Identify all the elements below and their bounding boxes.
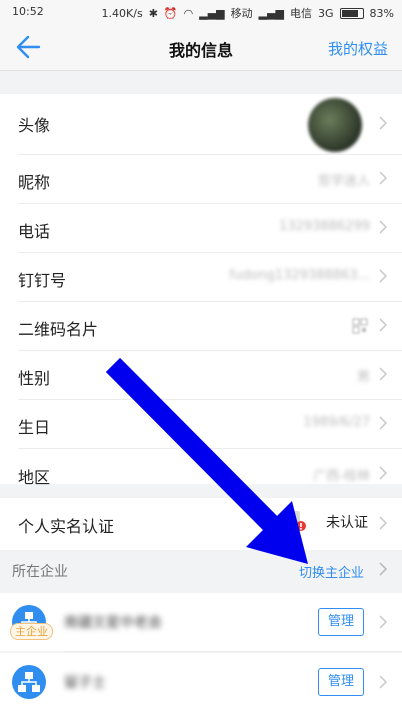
my-rights-link[interactable]: 我的权益: [328, 38, 388, 59]
gender-value: 男: [356, 370, 370, 385]
phone-row[interactable]: 电话 13293886299: [0, 204, 402, 252]
chevron-right-icon: [379, 367, 388, 381]
company-section-label: 所在企业: [12, 564, 68, 580]
avatar: [308, 98, 362, 152]
org-chart-icon: [12, 665, 46, 699]
certification-label: 个人实名认证: [18, 517, 115, 536]
switch-main-company-link[interactable]: 切换主企业: [299, 562, 364, 581]
chevron-right-icon: [379, 269, 388, 283]
manage-button[interactable]: 管理: [318, 608, 364, 636]
gender-label: 性别: [18, 369, 51, 388]
chevron-right-icon: [379, 416, 388, 430]
status-bar: 10:52 1.40K/s ✱ ⏰ ◠ ▂▄▆ 移动 ▂▄▆ 电信 3G 83%: [0, 0, 402, 24]
nickname-value: 哲学迷人: [317, 174, 370, 189]
battery-icon: [339, 7, 364, 19]
chevron-right-icon: [379, 318, 388, 332]
certification-status: 未认证: [326, 515, 368, 531]
chevron-right-icon: [379, 675, 388, 689]
company-name: 南疆文星中老会: [64, 615, 162, 631]
chevron-right-icon: [379, 562, 388, 576]
carrier-1: 移动: [230, 7, 253, 20]
chevron-right-icon: [379, 116, 388, 130]
certification-row[interactable]: 个人实名认证 未认证: [0, 498, 402, 550]
divider: [64, 651, 402, 652]
network-type: 3G: [318, 6, 334, 20]
status-time: 10:52: [12, 5, 44, 18]
signal-icon-1: ▂▄▆: [199, 6, 225, 20]
alarm-icon: ⏰: [163, 6, 178, 20]
avatar-label: 头像: [18, 116, 51, 135]
region-label: 地区: [18, 468, 51, 487]
phone-value: 13293886299: [279, 219, 370, 234]
battery-fill: [341, 9, 359, 17]
phone-label: 电话: [18, 222, 51, 241]
signal-icon-2: ▂▄▆: [258, 6, 285, 20]
birthday-value: 1989/6/27: [303, 415, 370, 430]
bluetooth-icon: ✱: [148, 6, 158, 20]
company-name: 留子士: [64, 675, 106, 691]
dingtalk-id-value: fudong1329388863...: [229, 268, 370, 283]
region-value: 广西-桂林: [313, 469, 370, 484]
wifi-icon: ◠: [183, 6, 194, 20]
chevron-right-icon: [379, 615, 388, 629]
region-row[interactable]: 地区 广西-桂林: [0, 436, 402, 487]
carrier-2: 电信: [290, 7, 313, 20]
chevron-right-icon: [379, 516, 388, 530]
nickname-row[interactable]: 昵称 哲学迷人: [0, 155, 402, 203]
company-section-header: 所在企业 切换主企业: [0, 552, 402, 588]
status-indicators: 1.40K/s ✱ ⏰ ◠ ▂▄▆ 移动 ▂▄▆ 电信 3G 83%: [102, 5, 394, 21]
battery-percent: 83%: [369, 6, 394, 20]
birthday-label: 生日: [18, 418, 51, 437]
main-company-badge: 主企业: [10, 623, 53, 640]
avatar-row[interactable]: 头像: [0, 94, 402, 154]
qr-card-row[interactable]: 二维码名片: [0, 302, 402, 350]
dingtalk-id-row[interactable]: 钉钉号 fudong1329388863...: [0, 253, 402, 301]
chevron-right-icon: [379, 171, 388, 185]
company-row[interactable]: 主企业 南疆文星中老会 管理: [0, 593, 402, 651]
gender-row[interactable]: 性别 男: [0, 351, 402, 399]
chevron-right-icon: [379, 466, 388, 480]
manage-button[interactable]: 管理: [318, 668, 364, 696]
nickname-label: 昵称: [18, 173, 51, 192]
profile-section: 头像 昵称 哲学迷人 电话 13293886299 钉钉号 fudong1329…: [0, 94, 402, 487]
chevron-right-icon: [379, 220, 388, 234]
nav-bar: 我的信息 我的权益: [0, 24, 402, 71]
company-row[interactable]: 留子士 管理: [0, 653, 402, 711]
dingtalk-id-label: 钉钉号: [18, 271, 67, 290]
certification-warning-icon: [292, 511, 306, 531]
qr-card-label: 二维码名片: [18, 320, 99, 339]
network-speed: 1.40K/s: [101, 6, 143, 20]
qr-code-icon: [352, 318, 368, 334]
